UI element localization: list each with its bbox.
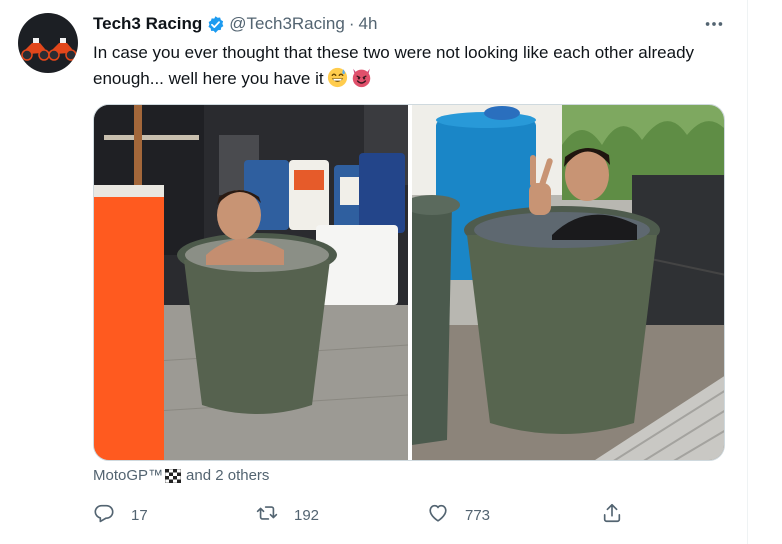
like-count: 773 [465,506,491,524]
verified-badge-icon [206,15,225,34]
share-icon [601,502,623,528]
retweet-icon [256,502,278,528]
reply-icon [93,502,115,528]
tagged-users[interactable]: MotoGP™ and 2 others [93,467,269,484]
tweet-timestamp[interactable]: 4h [359,14,378,34]
grinning-sweat-emoji [327,67,348,88]
share-button[interactable] [601,500,623,530]
tagged-first[interactable]: MotoGP™ [93,467,163,484]
heart-icon [427,502,449,528]
reply-button[interactable]: 17 [93,500,148,530]
author-avatar[interactable] [18,13,78,73]
reply-count: 17 [131,506,148,524]
retweet-button[interactable]: 192 [256,500,319,530]
media-photo-right[interactable] [404,105,724,460]
more-dots-icon[interactable] [700,12,728,36]
tweet-header: Tech3 Racing @Tech3Racing · 4h [93,13,377,35]
like-button[interactable]: 773 [427,500,490,530]
author-display-name[interactable]: Tech3 Racing [93,14,202,34]
smiling-devil-emoji [351,67,372,88]
checkered-flag-icon [164,468,182,483]
tweet-text-block: In case you ever thought that these two … [93,40,733,92]
tagged-rest[interactable]: and 2 others [186,467,269,484]
retweet-count: 192 [294,506,320,524]
tweet-actions: 17 192 773 [93,500,633,530]
separator-dot: · [348,14,355,33]
tweet-media[interactable] [93,104,725,461]
tweet[interactable]: Tech3 Racing @Tech3Racing · 4h In case y… [0,0,748,544]
media-photo-left[interactable] [94,105,409,460]
tweet-text: In case you ever thought that these two … [93,43,695,88]
author-handle[interactable]: @Tech3Racing [229,14,345,34]
